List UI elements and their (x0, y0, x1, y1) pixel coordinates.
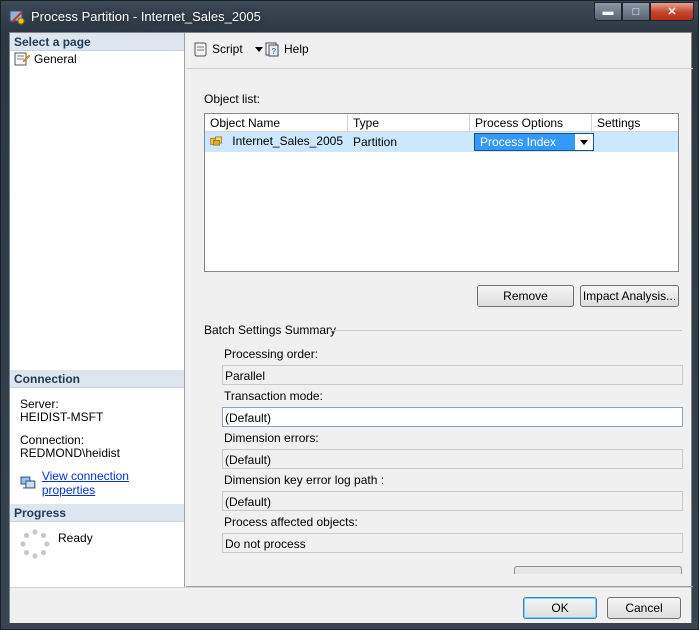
help-button[interactable]: ? Help (264, 41, 309, 57)
cell-settings[interactable] (592, 132, 678, 152)
dimension-errors-field[interactable]: (Default) (222, 449, 683, 469)
left-pane: Select a page General Connection Server:… (10, 33, 185, 587)
cell-process-options: Process Index (470, 132, 594, 152)
close-button[interactable]: ✕ (650, 2, 694, 21)
column-header-process-options[interactable]: Process Options (470, 114, 592, 132)
dimension-errors-label: Dimension errors: (224, 431, 319, 445)
connection-value: REDMOND\heidist (20, 446, 121, 460)
server-label: Server: (20, 397, 59, 411)
dimension-key-log-label: Dimension key error log path : (224, 473, 385, 487)
close-icon: ✕ (667, 6, 677, 18)
processing-order-field[interactable]: Parallel (222, 365, 683, 385)
cancel-button[interactable]: Cancel (607, 597, 681, 619)
object-name-text: Internet_Sales_2005 (232, 133, 343, 148)
impact-analysis-button[interactable]: Impact Analysis... (580, 285, 679, 307)
cell-object-name: Internet_Sales_2005 (205, 132, 348, 152)
chevron-down-icon (580, 139, 588, 145)
page-item-label: General (34, 52, 77, 66)
minimize-icon: ▬ (602, 5, 614, 18)
grid-header: Object Name Type Process Options Setting… (205, 114, 678, 132)
column-header-object-name[interactable]: Object Name (205, 114, 348, 132)
batch-settings-divider (330, 330, 682, 331)
server-value: HEIDIST-MSFT (20, 410, 104, 424)
partition-icon (210, 136, 222, 145)
title-bar[interactable]: Process Partition - Internet_Sales_2005 … (1, 1, 698, 32)
script-button[interactable]: Script (192, 41, 263, 57)
select-page-header: Select a page (10, 33, 184, 51)
progress-header: Progress (10, 504, 184, 522)
batch-settings-title: Batch Settings Summary (204, 323, 337, 337)
process-app-icon (9, 10, 25, 25)
change-settings-button-partial[interactable] (514, 566, 682, 574)
table-row[interactable]: Internet_Sales_2005 Partition Process In… (205, 132, 678, 152)
progress-status: Ready (58, 531, 93, 545)
page-item-general[interactable]: General (14, 52, 77, 66)
transaction-mode-label: Transaction mode: (224, 389, 323, 403)
script-icon (194, 42, 207, 57)
minimize-button[interactable]: ▬ (594, 2, 622, 21)
column-header-settings[interactable]: Settings (592, 114, 678, 132)
connection-header: Connection (10, 370, 184, 388)
dialog-window: Process Partition - Internet_Sales_2005 … (0, 0, 699, 630)
window-controls: ▬ □ ✕ (594, 2, 694, 21)
page-icon (14, 52, 30, 66)
view-connection-properties-link[interactable]: View connection properties (20, 469, 184, 497)
ok-button[interactable]: OK (523, 597, 597, 619)
help-label: Help (284, 42, 309, 56)
script-dropdown-icon[interactable] (254, 46, 263, 52)
remove-button[interactable]: Remove (477, 285, 574, 307)
window-title: Process Partition - Internet_Sales_2005 (31, 9, 261, 24)
svg-text:?: ? (272, 47, 277, 56)
processing-order-label: Processing order: (224, 347, 319, 361)
dimension-key-log-field[interactable]: (Default) (222, 491, 683, 511)
help-icon: ? (265, 42, 279, 57)
object-list-grid[interactable]: Object Name Type Process Options Setting… (204, 113, 679, 272)
dialog-button-bar: OK Cancel (10, 587, 691, 623)
view-connection-properties-text: View connection properties (41, 469, 129, 497)
progress-spinner-icon (20, 529, 50, 559)
cell-type: Partition (353, 135, 398, 149)
script-label: Script (212, 42, 243, 56)
connection-label: Connection: (20, 433, 85, 447)
connection-properties-icon (20, 476, 36, 489)
column-header-type[interactable]: Type (348, 114, 470, 132)
process-options-combo[interactable]: Process Index (474, 133, 594, 151)
toolbar: Script ? Help (186, 33, 693, 69)
maximize-icon: □ (632, 5, 640, 18)
transaction-mode-field[interactable]: (Default) (222, 407, 683, 427)
process-affected-field[interactable]: Do not process (222, 533, 683, 553)
process-affected-label: Process affected objects: (224, 515, 358, 529)
maximize-button[interactable]: □ (622, 2, 650, 21)
process-options-value: Process Index (480, 135, 557, 149)
combo-arrow[interactable] (575, 134, 593, 150)
object-list-label: Object list: (204, 92, 261, 106)
dialog-client-area: Select a page General Connection Server:… (9, 32, 693, 623)
